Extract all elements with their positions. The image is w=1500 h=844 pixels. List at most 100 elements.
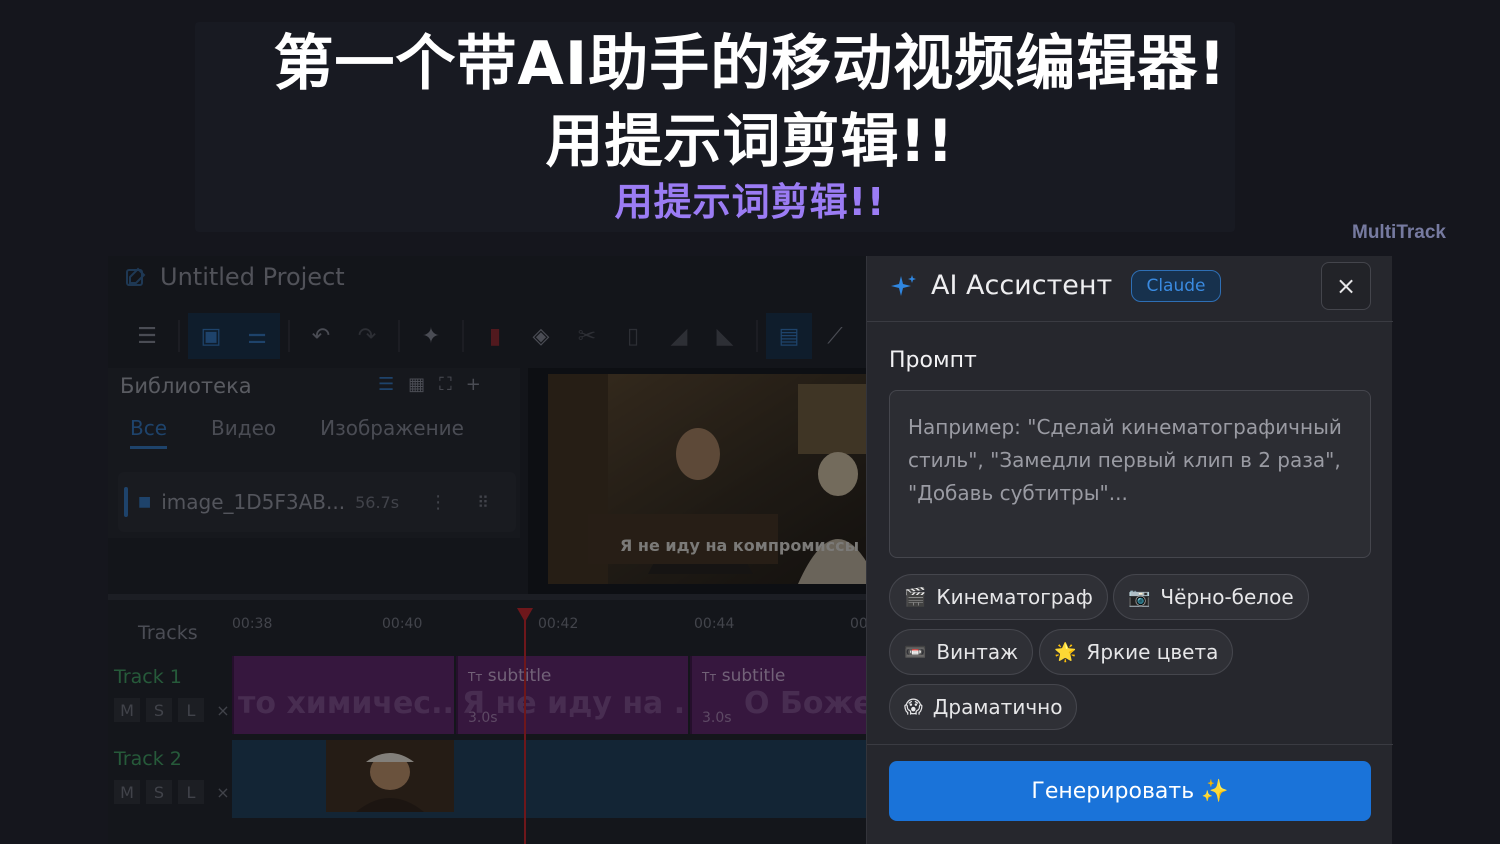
track-2-controls: M S L × [114, 780, 236, 804]
headline-secondary: 用提示词剪辑!! [545, 107, 955, 175]
add-icon[interactable]: + [466, 374, 481, 395]
camera-icon: 📷 [1128, 586, 1151, 608]
library-item[interactable]: ■ image_1D5F3AB... 56.7s ⋮ ⠿ [118, 472, 516, 532]
clip-label-text: subtitle [721, 666, 786, 686]
editor-toolbar: ☰ ▣ ⚌ ↶ ↷ ✦ ▮ ◈ ✂ ▯ ◢ ◣ ▤ ⟋ [108, 308, 868, 364]
toolbar-divider [756, 320, 758, 352]
tracks-label: Tracks [138, 622, 198, 644]
layout-icon[interactable]: ▤ [766, 313, 812, 359]
undo-icon[interactable]: ↶ [298, 313, 344, 359]
track-2-name: Track 2 [114, 748, 182, 770]
adjust-icon[interactable]: ⚌ [234, 313, 280, 359]
track-1-controls: M S L × [114, 698, 236, 722]
generate-button[interactable]: Генерировать ✨ [889, 761, 1371, 821]
chart-icon[interactable]: ⟋ [812, 313, 858, 359]
chip-label: Яркие цвета [1086, 640, 1219, 664]
grid-view-icon[interactable]: ▦ [408, 374, 425, 395]
text-type-icon: Tт [702, 670, 717, 684]
star-icon: 🌟 [1054, 641, 1077, 663]
subtitle-clip[interactable]: Tт subtitle О Боже! 3.0s [690, 656, 868, 734]
item-accent-bar [124, 487, 128, 517]
lock-button[interactable]: L [178, 780, 204, 804]
project-title: Untitled Project [160, 263, 345, 291]
sparkle-icon[interactable]: ✦ [408, 313, 454, 359]
video-clip-thumbnail[interactable] [326, 740, 454, 812]
tab-all[interactable]: Все [130, 416, 168, 449]
edit-project-icon[interactable] [124, 265, 148, 289]
clip-text: то химичес... [238, 686, 454, 721]
fullscreen-icon[interactable]: ⛶ [439, 374, 452, 395]
ai-panel-title: AI Ассистент [931, 270, 1113, 301]
track-1-name: Track 1 [114, 666, 182, 688]
drag-handle-icon[interactable]: ⠿ [477, 493, 489, 512]
subtitle-clip[interactable]: Tт subtitle Я не иду на ... 3.0s [456, 656, 688, 734]
solo-button[interactable]: S [146, 698, 172, 722]
clip-label: Tт subtitle [468, 666, 551, 686]
scream-face-icon: 😱 [904, 696, 923, 718]
library-title: Библиотека [120, 374, 252, 398]
solo-button[interactable]: S [146, 780, 172, 804]
close-button[interactable]: × [1321, 262, 1371, 310]
video-preview: Я не иду на компромиссы [528, 368, 868, 594]
toolbar-divider [462, 320, 464, 352]
tag-icon[interactable]: ◈ [518, 313, 564, 359]
mute-button[interactable]: M [114, 780, 140, 804]
media-library: Библиотека ☰ ▦ ⛶ + Все Видео Изображение… [108, 368, 520, 538]
item-duration: 56.7s [355, 492, 400, 512]
chip-label: Винтаж [936, 640, 1019, 664]
preset-chip-black-white[interactable]: 📷 Чёрно-белое [1113, 574, 1309, 620]
sparkle-icon [891, 275, 916, 296]
video-icon: ■ [138, 494, 152, 510]
preset-chip-cinematic[interactable]: 🎬 Кинематограф [889, 574, 1108, 620]
prompt-placeholder: Например: "Сделай кинематографичный стил… [908, 415, 1342, 505]
trash-icon[interactable]: ▯ [610, 313, 656, 359]
ai-assistant-panel: AI Ассистент Claude × Промпт Например: "… [866, 256, 1393, 844]
clip-duration: 3.0s [468, 710, 498, 726]
library-actions: ☰ ▦ ⛶ + [378, 374, 481, 395]
more-options-icon[interactable]: ⋮ [429, 492, 447, 513]
preset-chip-vintage[interactable]: 📼 Винтаж [889, 629, 1034, 675]
track-2-lane [232, 740, 868, 818]
tab-video[interactable]: Видео [211, 416, 276, 449]
toolbar-divider [398, 320, 400, 352]
clip-thumbnail-image [326, 740, 454, 812]
prompt-input[interactable]: Например: "Сделай кинематографичный стил… [889, 390, 1371, 558]
subtitle-clip[interactable]: то химичес... [232, 656, 454, 734]
preset-chip-vivid-colors[interactable]: 🌟 Яркие цвета [1039, 629, 1234, 675]
clapperboard-icon: 🎬 [904, 586, 927, 608]
lock-button[interactable]: L [178, 698, 204, 722]
videotape-icon: 📼 [904, 641, 927, 663]
prompt-label: Промпт [889, 348, 977, 373]
headline-accent: 用提示词剪辑!! [614, 180, 886, 224]
scissors-icon[interactable]: ✂ [564, 313, 610, 359]
track-1-lane: то химичес... Tт subtitle Я не иду на ..… [232, 656, 868, 734]
mute-button[interactable]: M [114, 698, 140, 722]
redo-icon[interactable]: ↷ [344, 313, 390, 359]
ai-panel-footer: Генерировать ✨ [867, 744, 1393, 844]
preset-chip-dramatic[interactable]: 😱 Драматично [889, 684, 1078, 730]
time-tick: 00:40 [382, 616, 423, 632]
fade-in-icon[interactable]: ◢ [656, 313, 702, 359]
preview-frame[interactable]: Я не иду на компромиссы [548, 374, 868, 584]
marker-icon[interactable]: ▮ [472, 313, 518, 359]
fade-out-icon[interactable]: ◣ [702, 313, 748, 359]
headline-main: 第一个带AI助手的移动视频编辑器! [273, 29, 1227, 99]
chip-label: Драматично [932, 695, 1063, 719]
toolbar-divider [288, 320, 290, 352]
tab-image[interactable]: Изображение [320, 416, 464, 449]
time-tick: 00:42 [538, 616, 579, 632]
playhead[interactable] [524, 608, 526, 844]
screen-root: 第一个带AI助手的移动视频编辑器! 用提示词剪辑!! 用提示词剪辑!! Mult… [0, 0, 1500, 844]
time-tick: 00:44 [694, 616, 735, 632]
time-tick: 00:38 [232, 616, 273, 632]
clip-label-text: subtitle [487, 666, 552, 686]
list-view-icon[interactable]: ☰ [378, 374, 394, 395]
preview-subtitle: Я не иду на компромиссы [620, 536, 860, 555]
timeline: Tracks 00:38 00:40 00:42 00:44 00 Track … [108, 594, 868, 844]
menu-icon[interactable]: ☰ [124, 313, 170, 359]
item-name: image_1D5F3AB... [161, 490, 346, 514]
media-icon[interactable]: ▣ [188, 313, 234, 359]
ai-panel-header: AI Ассистент Claude × [867, 256, 1393, 322]
clip-text: О Боже! [744, 686, 868, 721]
toolbar-divider [178, 320, 180, 352]
